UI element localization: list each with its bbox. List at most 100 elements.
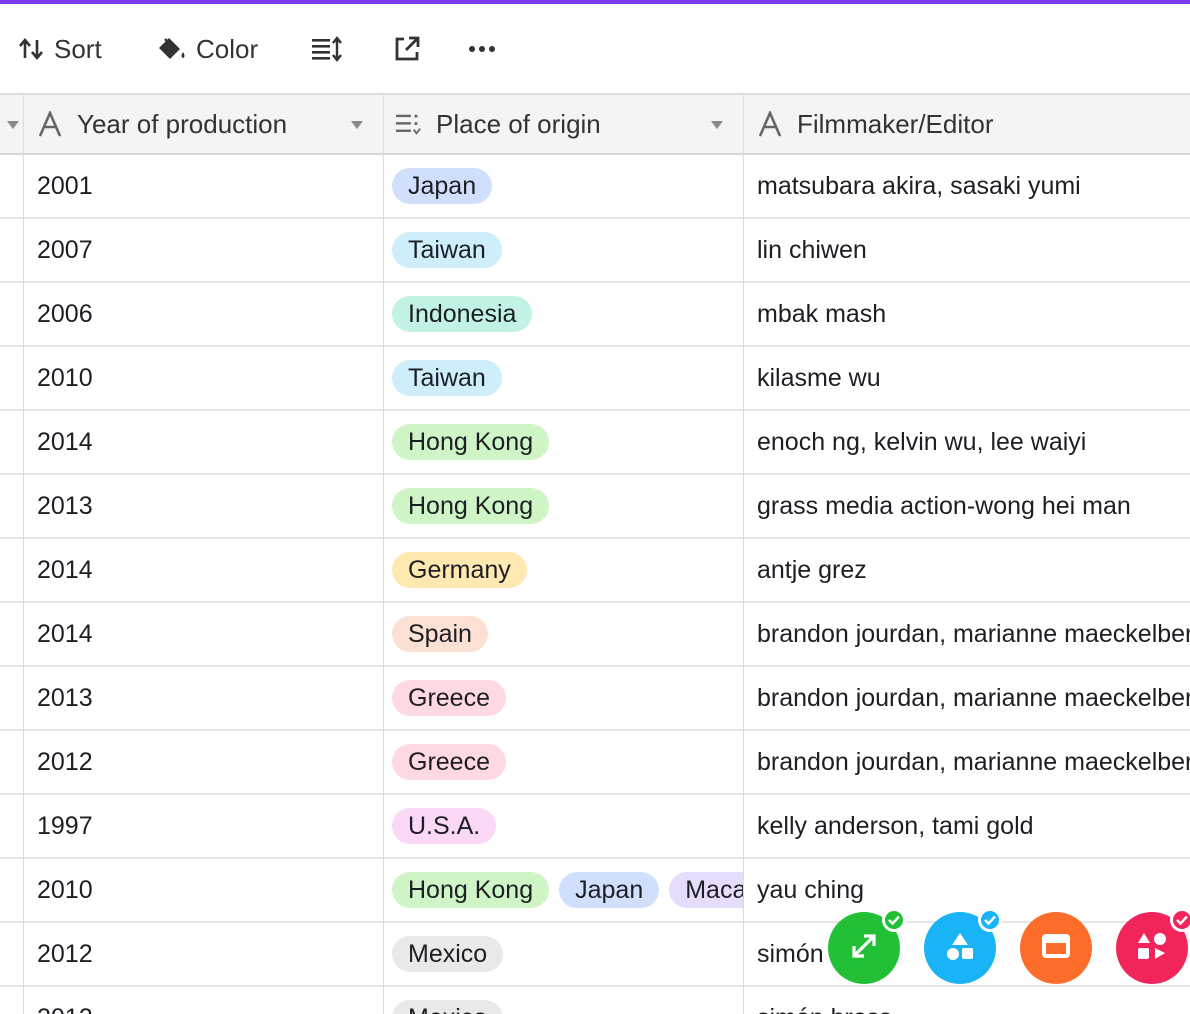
column-label: Year of production [77, 108, 288, 139]
place-tag: U.S.A. [392, 808, 497, 844]
table-row[interactable]: 1997 U.S.A. kelly anderson, tami gold [0, 795, 1190, 859]
place-tag: Taiwan [392, 232, 502, 268]
table-row[interactable]: 2012 Mexico simón bross [0, 987, 1190, 1014]
cell-year[interactable]: 2012 [37, 923, 367, 985]
table-row[interactable]: 2007 Taiwan lin chiwen [0, 219, 1190, 283]
cell-year[interactable]: 2010 [37, 859, 367, 921]
table-row[interactable]: 2012Mexicosimón bross [0, 923, 1190, 987]
cell-filmmaker[interactable]: brandon jourdan, marianne maeckelbergh [757, 731, 1190, 793]
place-tag: Indonesia [392, 296, 533, 332]
place-tag: Mexico [392, 936, 504, 972]
cell-filmmaker[interactable]: mbak mash [757, 283, 1190, 345]
cell-place[interactable]: Taiwan [392, 219, 743, 281]
text-field-icon [757, 111, 783, 137]
place-tag: Germany [392, 552, 527, 588]
table-row[interactable]: 2013 Hong Kong grass media action-wong hei… [0, 475, 1190, 539]
cell-place[interactable]: Spain [392, 603, 743, 665]
apps-app-button[interactable] [1116, 908, 1190, 984]
table-row[interactable]: 2010 Taiwan kilasme wu [0, 347, 1190, 411]
row-height-icon [311, 35, 343, 63]
place-tag: Taiwan [392, 360, 502, 396]
apps-icon [1135, 929, 1169, 968]
more-options-button[interactable] [468, 28, 496, 70]
gallery-app-button[interactable] [1020, 912, 1092, 984]
cell-filmmaker[interactable]: kilasme wu [757, 347, 1190, 409]
table-row[interactable]: 2012 Greece brandon jourdan, marianne maec… [0, 731, 1190, 795]
cell-place[interactable]: Greece [392, 731, 743, 793]
table-row[interactable]: 2013 Greece brandon jourdan, marianne maec… [0, 667, 1190, 731]
external-share-icon [393, 35, 421, 63]
sort-arrows-icon [18, 36, 44, 62]
column-divider [383, 93, 384, 1014]
cell-place[interactable]: U.S.A. [392, 795, 743, 857]
cell-year[interactable]: 2012 [37, 731, 367, 793]
table-row[interactable]: 2014 Germany antje grez [0, 539, 1190, 603]
cell-year[interactable]: 2001 [37, 155, 367, 217]
cell-filmmaker[interactable]: yau ching [757, 859, 1190, 921]
cell-filmmaker[interactable]: matsubara akira, sasaki yumi [757, 155, 1190, 217]
table-row[interactable]: 2014 Spain brandon jourdan, marianne maeck… [0, 603, 1190, 667]
cell-place[interactable]: Hong KongJapanMacau [392, 859, 743, 921]
table-row[interactable]: 2010 Hong KongJapanMacauyau ching [0, 859, 1190, 923]
cell-place[interactable]: Hong Kong [392, 475, 743, 537]
cell-year[interactable]: 2006 [37, 283, 367, 345]
cell-year[interactable]: 2014 [37, 411, 367, 473]
cell-filmmaker[interactable]: enoch ng, kelvin wu, lee waiyi [757, 411, 1190, 473]
place-tag: Greece [392, 680, 506, 716]
place-tag: Spain [392, 616, 488, 652]
sort-button[interactable]: Sort [18, 28, 102, 70]
place-tag: Macau [669, 872, 743, 908]
cell-year[interactable]: 2013 [37, 475, 367, 537]
check-badge-icon [978, 908, 1002, 932]
cell-place[interactable]: Hong Kong [392, 411, 743, 473]
view-toolbar: Sort Color [0, 4, 1190, 93]
extensions-app-button[interactable] [924, 908, 1002, 984]
cell-place[interactable]: Mexico [392, 923, 743, 985]
place-tag: Mexico [392, 1000, 504, 1014]
cell-filmmaker[interactable]: simón bross [757, 987, 1190, 1014]
column-divider [743, 93, 744, 1014]
cell-filmmaker[interactable]: antje grez [757, 539, 1190, 601]
table-row[interactable]: 2014 Hong Kong enoch ng, kelvin wu, lee wa… [0, 411, 1190, 475]
cell-filmmaker[interactable]: lin chiwen [757, 219, 1190, 281]
cell-year[interactable]: 2014 [37, 603, 367, 665]
color-button[interactable]: Color [156, 28, 258, 70]
image-icon [1039, 929, 1073, 968]
column-header-film[interactable]: Filmmaker/Editor [757, 95, 1190, 153]
cell-place[interactable]: Mexico [392, 987, 743, 1014]
cell-place[interactable]: Germany [392, 539, 743, 601]
cell-filmmaker[interactable]: grass media action-wong hei man [757, 475, 1190, 537]
place-tag: Hong Kong [392, 488, 550, 524]
column-divider [23, 93, 24, 1014]
column-label: Filmmaker/Editor [797, 108, 994, 139]
column-header-place[interactable]: Place of origin [396, 95, 743, 153]
cell-place[interactable]: Taiwan [392, 347, 743, 409]
cell-year[interactable]: 2010 [37, 347, 367, 409]
table-row[interactable]: 2001 Japan matsubara akira, sasaki yumi [0, 155, 1190, 219]
cell-filmmaker[interactable]: brandon jourdan, marianne maeckelbergh [757, 667, 1190, 729]
table-row[interactable]: 2006 Indonesia mbak mash [0, 283, 1190, 347]
column-header-year[interactable]: Year of production [37, 95, 383, 153]
cell-year[interactable]: 2014 [37, 539, 367, 601]
place-tag: Hong Kong [392, 424, 550, 460]
row-height-button[interactable] [311, 28, 343, 70]
cell-filmmaker[interactable]: kelly anderson, tami gold [757, 795, 1190, 857]
cell-place[interactable]: Greece [392, 667, 743, 729]
check-badge-icon [1170, 908, 1190, 932]
shapes-icon [943, 929, 977, 968]
expand-app-button[interactable] [828, 908, 906, 984]
share-view-button[interactable] [393, 28, 421, 70]
cell-year[interactable]: 2012 [37, 987, 367, 1014]
chevron-down-icon[interactable] [711, 121, 723, 129]
cell-year[interactable]: 2007 [37, 219, 367, 281]
grid-header: Year of production Place of origin Filmm… [0, 93, 1190, 155]
cell-year[interactable]: 2013 [37, 667, 367, 729]
more-dots-icon [468, 44, 496, 54]
chevron-down-icon[interactable] [351, 121, 363, 129]
cell-year[interactable]: 1997 [37, 795, 367, 857]
place-tag: Greece [392, 744, 506, 780]
cell-place[interactable]: Japan [392, 155, 743, 217]
previous-column-header[interactable] [0, 95, 23, 153]
cell-place[interactable]: Indonesia [392, 283, 743, 345]
cell-filmmaker[interactable]: brandon jourdan, marianne maeckelbergh [757, 603, 1190, 665]
